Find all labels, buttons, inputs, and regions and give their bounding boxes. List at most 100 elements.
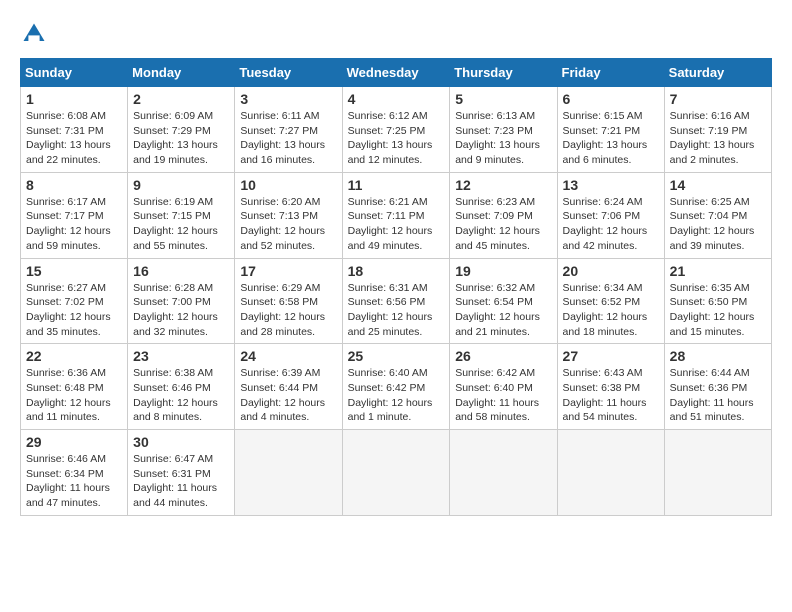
calendar-cell: 1 Sunrise: 6:08 AM Sunset: 7:31 PM Dayli… (21, 87, 128, 173)
calendar-cell: 28 Sunrise: 6:44 AM Sunset: 6:36 PM Dayl… (664, 344, 771, 430)
calendar-cell: 5 Sunrise: 6:13 AM Sunset: 7:23 PM Dayli… (450, 87, 557, 173)
day-number: 28 (670, 348, 766, 364)
calendar-cell: 26 Sunrise: 6:42 AM Sunset: 6:40 PM Dayl… (450, 344, 557, 430)
week-row-2: 8 Sunrise: 6:17 AM Sunset: 7:17 PM Dayli… (21, 172, 772, 258)
day-number: 10 (240, 177, 336, 193)
calendar-cell: 20 Sunrise: 6:34 AM Sunset: 6:52 PM Dayl… (557, 258, 664, 344)
day-number: 30 (133, 434, 229, 450)
day-number: 4 (348, 91, 445, 107)
day-detail: Sunrise: 6:28 AM Sunset: 7:00 PM Dayligh… (133, 281, 229, 340)
logo-icon (20, 20, 48, 48)
calendar-cell: 7 Sunrise: 6:16 AM Sunset: 7:19 PM Dayli… (664, 87, 771, 173)
calendar-cell: 30 Sunrise: 6:47 AM Sunset: 6:31 PM Dayl… (128, 430, 235, 516)
day-number: 5 (455, 91, 551, 107)
calendar-cell: 14 Sunrise: 6:25 AM Sunset: 7:04 PM Dayl… (664, 172, 771, 258)
calendar-cell: 16 Sunrise: 6:28 AM Sunset: 7:00 PM Dayl… (128, 258, 235, 344)
day-detail: Sunrise: 6:08 AM Sunset: 7:31 PM Dayligh… (26, 109, 122, 168)
day-detail: Sunrise: 6:13 AM Sunset: 7:23 PM Dayligh… (455, 109, 551, 168)
day-number: 17 (240, 263, 336, 279)
calendar-cell: 29 Sunrise: 6:46 AM Sunset: 6:34 PM Dayl… (21, 430, 128, 516)
calendar-cell: 25 Sunrise: 6:40 AM Sunset: 6:42 PM Dayl… (342, 344, 450, 430)
day-detail: Sunrise: 6:20 AM Sunset: 7:13 PM Dayligh… (240, 195, 336, 254)
day-number: 21 (670, 263, 766, 279)
day-number: 9 (133, 177, 229, 193)
weekday-header-monday: Monday (128, 59, 235, 87)
page-header (20, 20, 772, 48)
calendar-table: SundayMondayTuesdayWednesdayThursdayFrid… (20, 58, 772, 516)
day-number: 12 (455, 177, 551, 193)
calendar-cell: 6 Sunrise: 6:15 AM Sunset: 7:21 PM Dayli… (557, 87, 664, 173)
day-number: 11 (348, 177, 445, 193)
day-detail: Sunrise: 6:15 AM Sunset: 7:21 PM Dayligh… (563, 109, 659, 168)
day-detail: Sunrise: 6:19 AM Sunset: 7:15 PM Dayligh… (133, 195, 229, 254)
day-detail: Sunrise: 6:46 AM Sunset: 6:34 PM Dayligh… (26, 452, 122, 511)
calendar-cell: 2 Sunrise: 6:09 AM Sunset: 7:29 PM Dayli… (128, 87, 235, 173)
day-detail: Sunrise: 6:42 AM Sunset: 6:40 PM Dayligh… (455, 366, 551, 425)
calendar-cell (235, 430, 342, 516)
day-detail: Sunrise: 6:43 AM Sunset: 6:38 PM Dayligh… (563, 366, 659, 425)
day-detail: Sunrise: 6:47 AM Sunset: 6:31 PM Dayligh… (133, 452, 229, 511)
day-detail: Sunrise: 6:16 AM Sunset: 7:19 PM Dayligh… (670, 109, 766, 168)
calendar-cell: 12 Sunrise: 6:23 AM Sunset: 7:09 PM Dayl… (450, 172, 557, 258)
logo (20, 20, 52, 48)
day-number: 3 (240, 91, 336, 107)
day-number: 20 (563, 263, 659, 279)
day-number: 6 (563, 91, 659, 107)
calendar-cell: 11 Sunrise: 6:21 AM Sunset: 7:11 PM Dayl… (342, 172, 450, 258)
calendar-cell: 10 Sunrise: 6:20 AM Sunset: 7:13 PM Dayl… (235, 172, 342, 258)
day-detail: Sunrise: 6:40 AM Sunset: 6:42 PM Dayligh… (348, 366, 445, 425)
calendar-cell: 13 Sunrise: 6:24 AM Sunset: 7:06 PM Dayl… (557, 172, 664, 258)
day-number: 19 (455, 263, 551, 279)
week-row-3: 15 Sunrise: 6:27 AM Sunset: 7:02 PM Dayl… (21, 258, 772, 344)
calendar-cell: 17 Sunrise: 6:29 AM Sunset: 6:58 PM Dayl… (235, 258, 342, 344)
weekday-header-sunday: Sunday (21, 59, 128, 87)
day-number: 16 (133, 263, 229, 279)
calendar-cell: 23 Sunrise: 6:38 AM Sunset: 6:46 PM Dayl… (128, 344, 235, 430)
calendar-cell: 9 Sunrise: 6:19 AM Sunset: 7:15 PM Dayli… (128, 172, 235, 258)
weekday-header-tuesday: Tuesday (235, 59, 342, 87)
day-detail: Sunrise: 6:31 AM Sunset: 6:56 PM Dayligh… (348, 281, 445, 340)
day-detail: Sunrise: 6:29 AM Sunset: 6:58 PM Dayligh… (240, 281, 336, 340)
day-detail: Sunrise: 6:12 AM Sunset: 7:25 PM Dayligh… (348, 109, 445, 168)
day-number: 22 (26, 348, 122, 364)
calendar-cell: 15 Sunrise: 6:27 AM Sunset: 7:02 PM Dayl… (21, 258, 128, 344)
day-detail: Sunrise: 6:09 AM Sunset: 7:29 PM Dayligh… (133, 109, 229, 168)
day-detail: Sunrise: 6:25 AM Sunset: 7:04 PM Dayligh… (670, 195, 766, 254)
day-number: 13 (563, 177, 659, 193)
calendar-cell: 8 Sunrise: 6:17 AM Sunset: 7:17 PM Dayli… (21, 172, 128, 258)
weekday-header-wednesday: Wednesday (342, 59, 450, 87)
day-detail: Sunrise: 6:11 AM Sunset: 7:27 PM Dayligh… (240, 109, 336, 168)
day-number: 23 (133, 348, 229, 364)
calendar-cell (342, 430, 450, 516)
day-number: 29 (26, 434, 122, 450)
calendar-cell: 18 Sunrise: 6:31 AM Sunset: 6:56 PM Dayl… (342, 258, 450, 344)
day-number: 1 (26, 91, 122, 107)
weekday-header-thursday: Thursday (450, 59, 557, 87)
week-row-5: 29 Sunrise: 6:46 AM Sunset: 6:34 PM Dayl… (21, 430, 772, 516)
day-number: 26 (455, 348, 551, 364)
week-row-1: 1 Sunrise: 6:08 AM Sunset: 7:31 PM Dayli… (21, 87, 772, 173)
calendar-cell (450, 430, 557, 516)
day-detail: Sunrise: 6:39 AM Sunset: 6:44 PM Dayligh… (240, 366, 336, 425)
calendar-cell: 22 Sunrise: 6:36 AM Sunset: 6:48 PM Dayl… (21, 344, 128, 430)
calendar-cell: 19 Sunrise: 6:32 AM Sunset: 6:54 PM Dayl… (450, 258, 557, 344)
day-detail: Sunrise: 6:24 AM Sunset: 7:06 PM Dayligh… (563, 195, 659, 254)
day-number: 18 (348, 263, 445, 279)
day-number: 27 (563, 348, 659, 364)
day-number: 14 (670, 177, 766, 193)
calendar-cell: 4 Sunrise: 6:12 AM Sunset: 7:25 PM Dayli… (342, 87, 450, 173)
day-detail: Sunrise: 6:23 AM Sunset: 7:09 PM Dayligh… (455, 195, 551, 254)
week-row-4: 22 Sunrise: 6:36 AM Sunset: 6:48 PM Dayl… (21, 344, 772, 430)
weekday-header-row: SundayMondayTuesdayWednesdayThursdayFrid… (21, 59, 772, 87)
calendar-cell (557, 430, 664, 516)
weekday-header-friday: Friday (557, 59, 664, 87)
calendar-cell (664, 430, 771, 516)
weekday-header-saturday: Saturday (664, 59, 771, 87)
day-detail: Sunrise: 6:27 AM Sunset: 7:02 PM Dayligh… (26, 281, 122, 340)
day-detail: Sunrise: 6:17 AM Sunset: 7:17 PM Dayligh… (26, 195, 122, 254)
day-detail: Sunrise: 6:38 AM Sunset: 6:46 PM Dayligh… (133, 366, 229, 425)
day-number: 15 (26, 263, 122, 279)
calendar-cell: 24 Sunrise: 6:39 AM Sunset: 6:44 PM Dayl… (235, 344, 342, 430)
day-detail: Sunrise: 6:36 AM Sunset: 6:48 PM Dayligh… (26, 366, 122, 425)
calendar-cell: 21 Sunrise: 6:35 AM Sunset: 6:50 PM Dayl… (664, 258, 771, 344)
